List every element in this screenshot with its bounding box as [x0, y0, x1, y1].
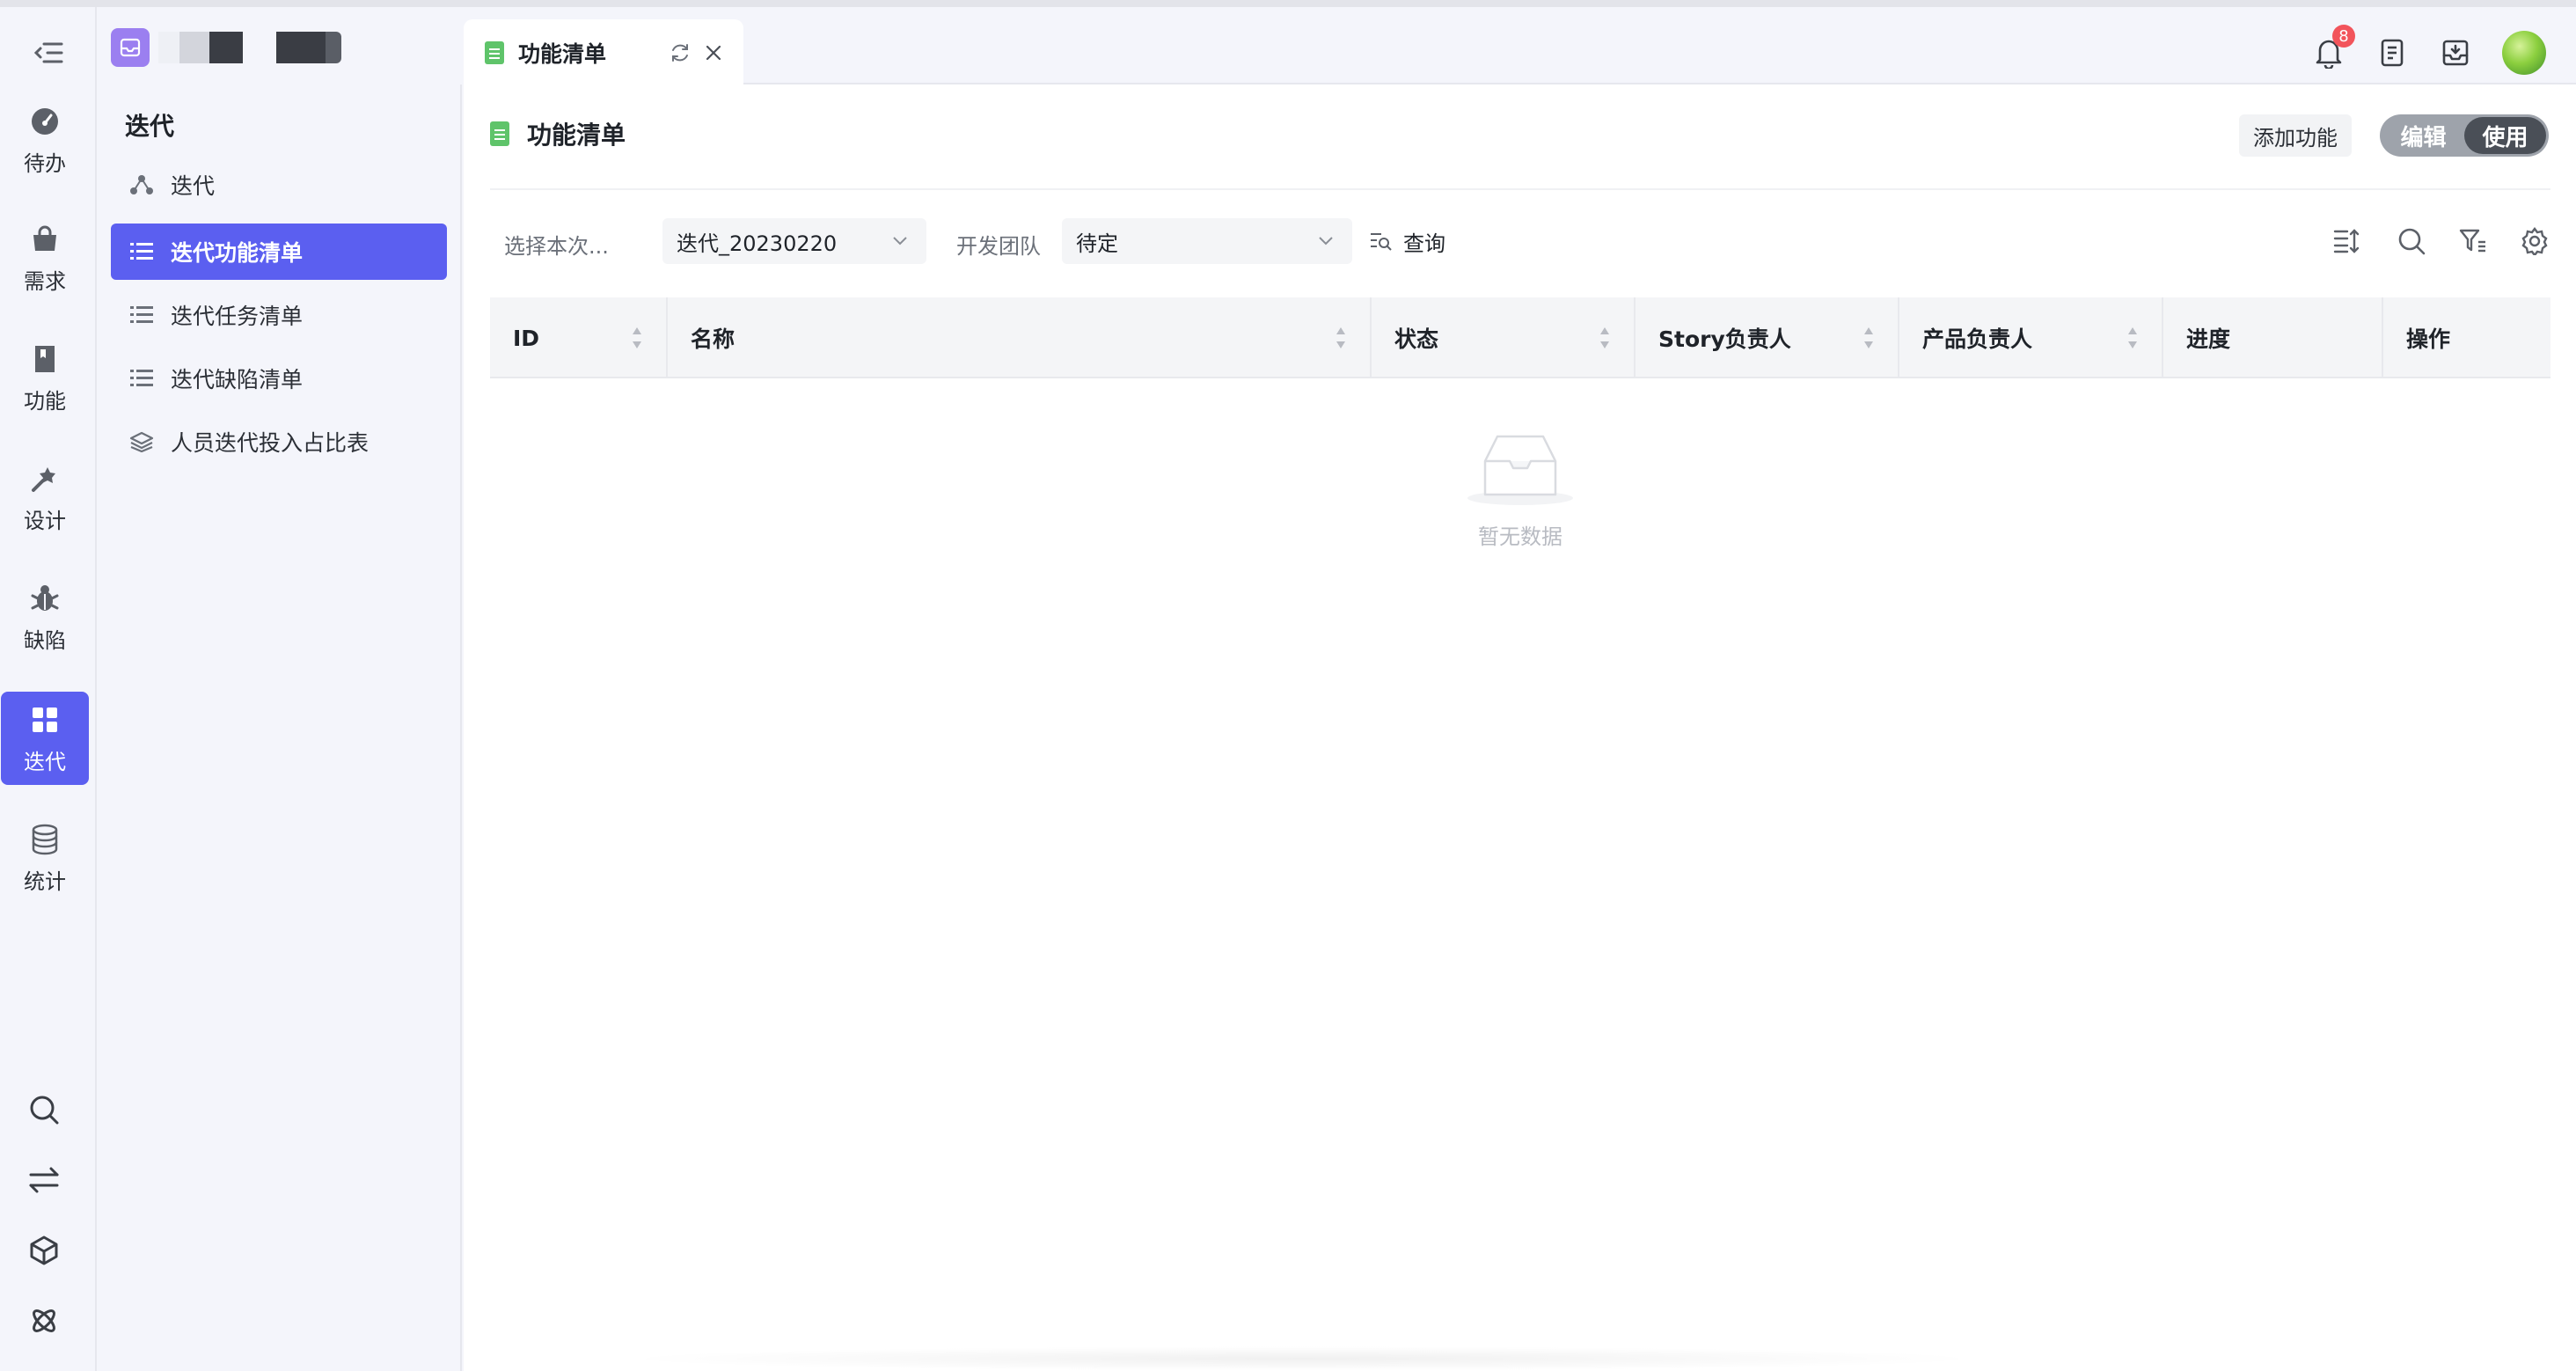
chevron-down-icon	[893, 237, 907, 246]
swap-icon[interactable]	[22, 1158, 66, 1202]
rail-item-todo[interactable]: 待办	[1, 93, 89, 187]
nodes-icon	[128, 172, 155, 198]
mode-edit-option[interactable]: 编辑	[2382, 117, 2464, 154]
query-button-label: 查询	[1403, 231, 1445, 256]
sidebar-item-label: 迭代任务清单	[171, 304, 304, 329]
layers-icon	[128, 429, 155, 455]
nav-rail: 待办 需求 功能 设计 缺陷 迭代 统计	[0, 7, 97, 1371]
collapse-menu-icon[interactable]	[26, 35, 70, 70]
empty-inbox-icon	[1467, 435, 1573, 505]
rail-item-label: 功能	[24, 388, 66, 414]
notification-badge: 8	[2332, 25, 2355, 48]
sidebar-item-staff-allocation[interactable]: 人员迭代投入占比表	[111, 414, 447, 470]
iteration-filter-label: 选择本次...	[504, 234, 609, 259]
bottom-shadow	[616, 1346, 1988, 1371]
rail-item-bugs[interactable]: 缺陷	[1, 570, 89, 664]
column-header-id[interactable]: ID	[490, 297, 666, 378]
sidebar-item-iteration-features[interactable]: 迭代功能清单	[111, 224, 447, 280]
sidebar-item-label: 迭代功能清单	[171, 240, 304, 266]
window-top-border	[0, 0, 2576, 7]
rail-item-label: 待办	[24, 150, 66, 176]
grid-icon	[27, 702, 62, 737]
sidebar-item-iteration-tasks[interactable]: 迭代任务清单	[111, 287, 447, 343]
column-header-progress: 进度	[2162, 297, 2382, 378]
filter-bar: 选择本次... 迭代_20230220 开发团队 待定 查询	[490, 218, 2550, 264]
rail-item-iterations[interactable]: 迭代	[1, 692, 89, 785]
notification-bell-icon[interactable]: 8	[2306, 25, 2355, 76]
column-header-status[interactable]: 状态	[1370, 297, 1634, 378]
sort-icon[interactable]	[631, 326, 643, 350]
gear-icon[interactable]	[2515, 222, 2554, 260]
sort-icon[interactable]	[2126, 326, 2139, 350]
dashboard-icon	[27, 104, 62, 139]
column-header-name[interactable]: 名称	[666, 297, 1370, 378]
header-divider	[490, 188, 2550, 190]
avatar[interactable]	[2501, 30, 2547, 76]
document-icon	[490, 121, 509, 146]
team-filter-label: 开发团队	[956, 234, 1041, 259]
empty-state-text: 暂无数据	[1478, 524, 1562, 549]
column-header-product-owner[interactable]: 产品负责人	[1898, 297, 2162, 378]
add-feature-button[interactable]: 添加功能	[2239, 114, 2352, 157]
mode-use-option[interactable]: 使用	[2464, 117, 2546, 154]
database-icon	[27, 822, 62, 857]
rail-item-label: 需求	[24, 268, 66, 294]
filter-icon[interactable]	[2454, 222, 2492, 260]
query-button[interactable]: 查询	[1370, 224, 1445, 259]
list-icon	[128, 238, 155, 265]
document-list-icon[interactable]	[2369, 30, 2415, 76]
column-header-story-owner[interactable]: Story负责人	[1634, 297, 1898, 378]
bag-icon	[27, 222, 62, 257]
inbox-download-icon[interactable]	[2433, 30, 2478, 76]
sort-icon[interactable]	[1335, 326, 1347, 350]
rail-item-features[interactable]: 功能	[1, 331, 89, 424]
rail-item-statistics[interactable]: 统计	[1, 811, 89, 905]
page-header: 功能清单	[490, 116, 626, 151]
iteration-select[interactable]: 迭代_20230220	[662, 218, 926, 264]
column-header-actions: 操作	[2382, 297, 2550, 378]
table-header: ID 名称 状态 Story负责人 产品负责人 进度 操作	[490, 297, 2550, 378]
feature-table: ID 名称 状态 Story负责人 产品负责人 进度 操作 暂无数据	[490, 297, 2550, 590]
list-icon	[128, 365, 155, 392]
main-panel: 功能清单 添加功能 编辑 使用 选择本次... 迭代_20230220 开发团队…	[464, 84, 2576, 1371]
magic-wand-icon	[27, 461, 62, 496]
sidebar-item-label: 迭代缺陷清单	[171, 367, 304, 392]
user-avatar-image	[2502, 31, 2546, 75]
brand-name-redacted	[158, 32, 341, 63]
sidebar-title: 迭代	[125, 112, 175, 141]
brand-logo-icon	[111, 28, 150, 67]
bug-icon	[27, 581, 62, 616]
search-icon[interactable]	[2392, 222, 2431, 260]
sidebar-item-label: 迭代	[171, 173, 216, 199]
rail-item-requirements[interactable]: 需求	[1, 211, 89, 304]
search-list-icon	[1371, 233, 1392, 251]
list-icon	[128, 302, 155, 328]
sidebar-item-iteration-defects[interactable]: 迭代缺陷清单	[111, 350, 447, 407]
tab-bar: 功能清单 8	[464, 7, 2576, 86]
page-title: 功能清单	[527, 121, 626, 150]
sort-icon[interactable]	[1599, 326, 1611, 350]
header-actions: 8	[464, 25, 2576, 76]
rail-item-label: 统计	[24, 869, 66, 894]
team-select-value: 待定	[1076, 231, 1118, 256]
sidebar-item-iteration[interactable]: 迭代	[111, 157, 447, 213]
sort-icon[interactable]	[1862, 326, 1875, 350]
density-icon[interactable]	[2327, 222, 2366, 260]
rail-item-label: 设计	[24, 508, 66, 533]
book-icon	[27, 341, 62, 377]
chevron-down-icon	[1319, 237, 1333, 246]
secondary-sidebar: 迭代 迭代 迭代功能清单 迭代任务清单 迭代缺陷清单 人员迭代投入占比表	[97, 84, 462, 1371]
rail-item-label: 迭代	[24, 749, 66, 774]
cube-icon[interactable]	[22, 1228, 66, 1272]
iteration-select-value: 迭代_20230220	[677, 231, 838, 256]
rail-item-design[interactable]: 设计	[1, 451, 89, 544]
mode-toggle[interactable]: 编辑 使用	[2380, 114, 2549, 157]
atom-icon[interactable]	[22, 1299, 66, 1343]
rail-item-label: 缺陷	[24, 627, 66, 653]
team-select[interactable]: 待定	[1062, 218, 1352, 264]
empty-state: 暂无数据	[490, 378, 2550, 590]
search-icon[interactable]	[22, 1088, 66, 1132]
brand	[111, 28, 341, 67]
sidebar-item-label: 人员迭代投入占比表	[171, 430, 370, 456]
